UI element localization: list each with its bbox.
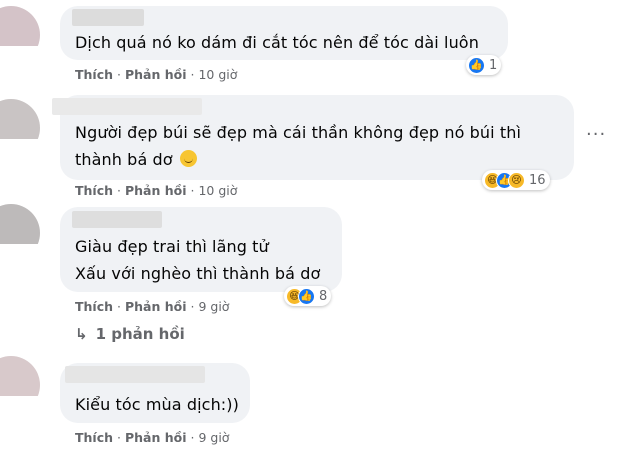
reaction-summary[interactable]: 😆 👍 8 [284, 286, 332, 306]
sad-icon: 😢 [508, 171, 525, 189]
avatar[interactable] [0, 204, 40, 244]
reply-button[interactable]: Phản hồi [125, 183, 187, 198]
timestamp[interactable]: 9 giờ [198, 299, 229, 314]
blurred-author-name [52, 98, 202, 115]
comment-line: Giàu đẹp trai thì lãng tử [75, 237, 269, 256]
separator: · [190, 183, 195, 198]
like-button[interactable]: Thích [75, 183, 113, 198]
separator: · [117, 67, 121, 82]
timestamp[interactable]: 9 giờ [198, 430, 229, 445]
comment-actions: Thích · Phản hồi · 9 giờ [75, 299, 229, 314]
like-icon: 👍 [468, 56, 485, 74]
separator: · [117, 183, 121, 198]
replies-count-label: 1 phản hồi [95, 325, 185, 343]
reaction-count: 8 [319, 288, 328, 304]
avatar[interactable] [0, 6, 40, 46]
timestamp[interactable]: 10 giờ [198, 183, 237, 198]
separator: · [190, 67, 195, 82]
view-replies-link[interactable]: ↳ 1 phản hồi [75, 325, 185, 343]
comment-bubble: Dịch quá nó ko dám đi cắt tóc nên để tóc… [60, 6, 508, 60]
like-button[interactable]: Thích [75, 430, 113, 445]
comment-text: Người đẹp búi sẽ đẹp mà cái thần không đ… [75, 119, 521, 173]
reaction-summary[interactable]: 😆 👍 😢 16 [482, 170, 550, 190]
separator: · [117, 430, 121, 445]
reaction-summary[interactable]: 👍 1 [466, 55, 502, 75]
reply-arrow-icon: ↳ [75, 325, 88, 343]
comment-line: Xấu với nghèo thì thành bá dơ [75, 264, 321, 283]
blurred-author-name [72, 9, 144, 26]
blurred-author-name [72, 211, 162, 228]
reaction-count: 1 [489, 57, 498, 73]
comment-actions: Thích · Phản hồi · 10 giờ [75, 183, 237, 198]
comment-bubble: Kiểu tóc mùa dịch:)) [60, 363, 250, 423]
reply-button[interactable]: Phản hồi [125, 430, 187, 445]
smile-emoji-icon [179, 150, 197, 167]
separator: · [190, 430, 195, 445]
comment-bubble: Người đẹp búi sẽ đẹp mà cái thần không đ… [52, 95, 574, 180]
comment-bubble: Giàu đẹp trai thì lãng tử Xấu với nghèo … [60, 207, 342, 292]
comment-text: Dịch quá nó ko dám đi cắt tóc nên để tóc… [75, 33, 479, 52]
comment-actions: Thích · Phản hồi · 10 giờ [75, 67, 237, 82]
avatar[interactable] [0, 356, 40, 396]
comment-actions: Thích · Phản hồi · 9 giờ [75, 430, 229, 445]
blurred-author-name [65, 366, 205, 383]
more-options-icon[interactable]: ··· [586, 124, 606, 145]
separator: · [190, 299, 195, 314]
comment-line-text: thành bá dơ [75, 150, 173, 169]
comment-text: Kiểu tóc mùa dịch:)) [75, 395, 239, 414]
like-button[interactable]: Thích [75, 299, 113, 314]
timestamp[interactable]: 10 giờ [198, 67, 237, 82]
avatar[interactable] [0, 99, 40, 139]
reaction-count: 16 [529, 172, 546, 188]
comment-line: thành bá dơ [75, 146, 521, 173]
comment-line: Người đẹp búi sẽ đẹp mà cái thần không đ… [75, 123, 522, 142]
separator: · [117, 299, 121, 314]
reply-button[interactable]: Phản hồi [125, 299, 187, 314]
like-icon: 👍 [298, 287, 315, 305]
like-button[interactable]: Thích [75, 67, 113, 82]
reply-button[interactable]: Phản hồi [125, 67, 187, 82]
comment-text: Giàu đẹp trai thì lãng tử Xấu với nghèo … [75, 233, 320, 287]
